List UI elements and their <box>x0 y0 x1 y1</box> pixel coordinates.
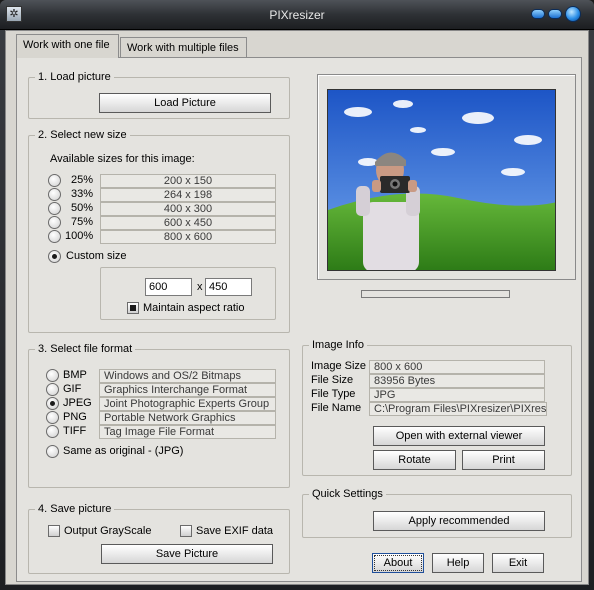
format-desc-jpeg: Joint Photographic Experts Group <box>99 397 276 411</box>
grayscale-label: Output GrayScale <box>64 525 152 537</box>
info-value-filesize: 83956 Bytes <box>369 374 545 388</box>
minimize-button[interactable] <box>531 9 545 19</box>
about-button[interactable]: About <box>372 553 424 573</box>
save-picture-title: 4. Save picture <box>35 503 115 515</box>
client-area: Work with one file Work with multiple fi… <box>5 30 589 585</box>
help-button[interactable]: Help <box>432 553 484 573</box>
format-radio-same[interactable] <box>46 445 59 458</box>
load-picture-title: 1. Load picture <box>35 71 114 83</box>
quick-settings-title: Quick Settings <box>309 488 386 500</box>
maintain-aspect-label: Maintain aspect ratio <box>143 302 245 314</box>
size-dims-50: 400 x 300 <box>100 202 276 216</box>
exif-label: Save EXIF data <box>196 525 274 537</box>
maintain-aspect-checkbox[interactable] <box>127 302 139 314</box>
size-dims-100: 800 x 600 <box>100 230 276 244</box>
info-value-size: 800 x 600 <box>369 360 545 374</box>
size-percent-33: 33% <box>70 188 93 200</box>
size-dims-33: 264 x 198 <box>100 188 276 202</box>
custom-size-times: x <box>197 281 203 293</box>
app-window: ✲ PIXresizer Work with one file Work wit… <box>0 0 594 590</box>
format-code-tiff: TIFF <box>63 425 87 437</box>
available-sizes-label: Available sizes for this image: <box>50 153 195 165</box>
load-picture-group: 1. Load picture Load Picture <box>28 71 290 119</box>
same-as-original-label: Same as original - (JPG) <box>63 445 184 457</box>
format-desc-png: Portable Network Graphics <box>99 411 276 425</box>
size-radio-33[interactable] <box>48 188 61 201</box>
image-info-title: Image Info <box>309 339 367 351</box>
select-size-group: 2. Select new size Available sizes for t… <box>28 129 290 333</box>
size-radio-custom[interactable] <box>48 250 61 263</box>
format-desc-bmp: Windows and OS/2 Bitmaps <box>99 369 276 383</box>
preview-monitor <box>317 74 576 280</box>
save-picture-group: 4. Save picture Output GrayScale Save EX… <box>28 503 290 574</box>
image-info-group: Image Info Image Size 800 x 600 File Siz… <box>302 339 572 476</box>
size-radio-50[interactable] <box>48 202 61 215</box>
custom-size-box: x Maintain aspect ratio <box>100 267 276 320</box>
format-code-bmp: BMP <box>63 369 87 381</box>
preview-image <box>327 89 556 271</box>
apply-recommended-button[interactable]: Apply recommended <box>373 511 545 531</box>
maximize-button[interactable] <box>548 9 562 19</box>
format-radio-bmp[interactable] <box>46 369 59 382</box>
custom-height-input[interactable] <box>205 278 252 296</box>
title-bar[interactable]: ✲ PIXresizer <box>0 0 594 30</box>
info-label-filename: File Name <box>311 402 362 414</box>
size-dims-25: 200 x 150 <box>100 174 276 188</box>
format-radio-jpeg[interactable] <box>46 397 59 410</box>
file-format-title: 3. Select file format <box>35 343 136 355</box>
info-label-filesize: File Size <box>311 374 354 386</box>
info-value-filetype: JPG <box>369 388 545 402</box>
size-percent-75: 75% <box>70 216 93 228</box>
format-radio-tiff[interactable] <box>46 425 59 438</box>
format-code-png: PNG <box>63 411 87 423</box>
tab-multiple-files[interactable]: Work with multiple files <box>120 37 247 59</box>
size-radio-25[interactable] <box>48 174 61 187</box>
quick-settings-group: Quick Settings Apply recommended <box>302 488 572 538</box>
exif-checkbox[interactable] <box>180 525 192 537</box>
grayscale-checkbox[interactable] <box>48 525 60 537</box>
custom-size-label: Custom size <box>66 250 127 262</box>
format-code-gif: GIF <box>63 383 82 395</box>
format-desc-gif: Graphics Interchange Format <box>99 383 276 397</box>
format-code-jpeg: JPEG <box>63 397 92 409</box>
select-size-title: 2. Select new size <box>35 129 130 141</box>
window-title: PIXresizer <box>269 8 325 22</box>
size-dims-75: 600 x 450 <box>100 216 276 230</box>
rotate-button[interactable]: Rotate <box>373 450 456 470</box>
format-radio-png[interactable] <box>46 411 59 424</box>
info-label-size: Image Size <box>311 360 367 372</box>
save-picture-button[interactable]: Save Picture <box>101 544 273 564</box>
open-external-viewer-button[interactable]: Open with external viewer <box>373 426 545 446</box>
size-percent-100: 100% <box>65 230 94 242</box>
tab-one-file[interactable]: Work with one file <box>16 34 119 58</box>
load-picture-button[interactable]: Load Picture <box>99 93 271 113</box>
size-percent-25: 25% <box>70 174 93 186</box>
monitor-stand <box>361 290 510 298</box>
format-desc-tiff: Tag Image File Format <box>99 425 276 439</box>
custom-width-input[interactable] <box>145 278 192 296</box>
size-percent-50: 50% <box>70 202 93 214</box>
size-radio-75[interactable] <box>48 216 61 229</box>
format-radio-gif[interactable] <box>46 383 59 396</box>
file-format-group: 3. Select file format BMP Windows and OS… <box>28 343 290 488</box>
close-button[interactable] <box>565 6 581 22</box>
info-label-filetype: File Type <box>311 388 356 400</box>
print-button[interactable]: Print <box>462 450 545 470</box>
info-value-filename: C:\Program Files\PIXresizer\PIXresiz <box>369 402 547 416</box>
exit-button[interactable]: Exit <box>492 553 544 573</box>
size-radio-100[interactable] <box>48 230 61 243</box>
